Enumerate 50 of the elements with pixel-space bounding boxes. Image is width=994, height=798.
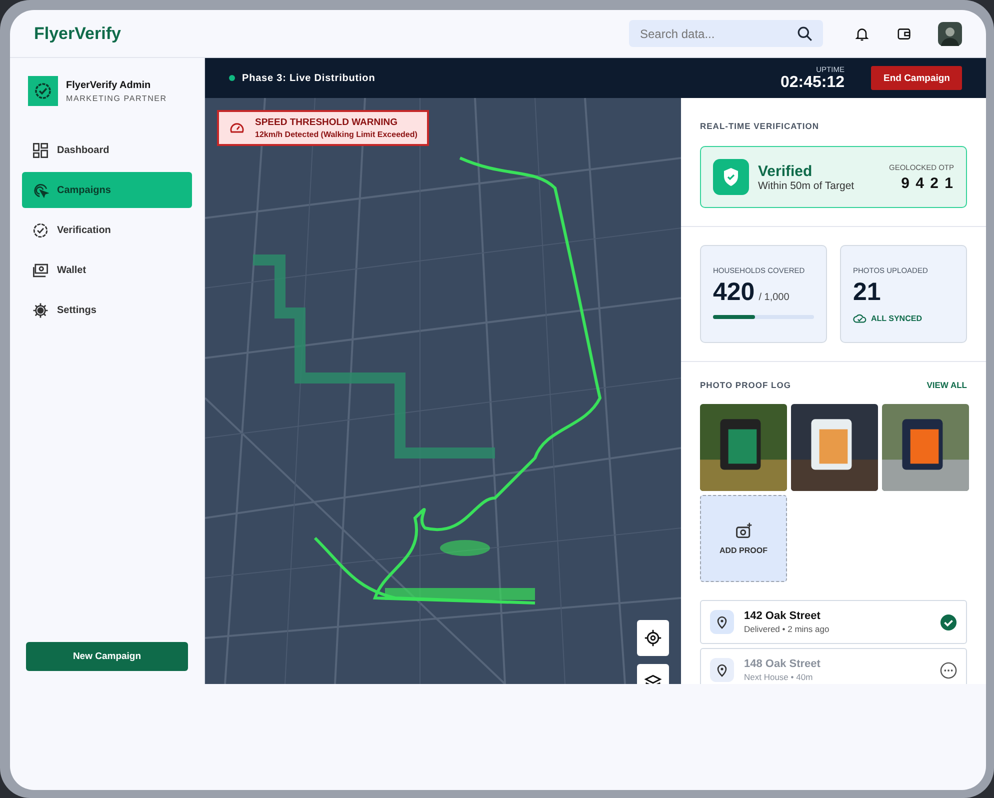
stat-value: 21: [853, 278, 881, 307]
phase-title: Phase 3: Live Distribution: [242, 72, 376, 84]
section-heading: REAL-TIME VERIFICATION: [700, 121, 819, 131]
add-proof-button[interactable]: ADD PROOF: [700, 495, 787, 582]
check-circle-icon: [940, 614, 957, 630]
otp-code: 9 4 2 1: [901, 174, 954, 192]
verification-status: Verified: [758, 162, 814, 180]
address-street: 142 Oak Street: [744, 610, 822, 622]
address-status: Delivered • 2 mins ago: [744, 624, 830, 634]
bell-icon[interactable]: [854, 26, 870, 42]
crosshair-icon: [644, 629, 662, 647]
section-heading: PHOTO PROOF LOG: [700, 380, 791, 390]
stat-value: 420: [713, 278, 755, 307]
ellipsis-circle-icon: [940, 662, 957, 678]
end-campaign-button[interactable]: End Campaign: [871, 66, 962, 90]
nav-item[interactable]: Settings: [22, 292, 192, 328]
profile-role: MARKETING PARTNER: [66, 94, 167, 102]
check-badge-icon: [32, 222, 49, 238]
address-street: 148 Oak Street: [744, 658, 822, 670]
uptime-timer: 02:45:12: [780, 74, 844, 92]
cloud-check-icon: [853, 313, 867, 323]
locate-button[interactable]: [637, 620, 669, 656]
nav-item[interactable]: Dashboard: [22, 132, 192, 168]
shield-icon: [713, 159, 749, 195]
nav-item[interactable]: Campaigns: [22, 172, 192, 208]
profile-name: FlyerVerify Admin: [66, 80, 152, 90]
camera-plus-icon: [734, 522, 752, 540]
map-pin-icon: [710, 658, 734, 682]
nav-item[interactable]: Wallet: [22, 252, 192, 288]
warning-detail: 12km/h Detected (Walking Limit Exceeded): [255, 130, 418, 139]
address-row[interactable]: 142 Oak Street Delivered • 2 mins ago: [700, 600, 967, 644]
stat-total: / 1,000: [758, 292, 790, 303]
new-campaign-button[interactable]: New Campaign: [26, 642, 188, 671]
app-logo: FlyerVerify: [34, 24, 122, 44]
verification-detail: Within 50m of Target: [758, 180, 856, 192]
wallet-icon[interactable]: [896, 26, 912, 42]
view-all-link[interactable]: VIEW ALL: [926, 380, 967, 390]
map-pin-icon: [710, 610, 734, 634]
wallet-icon: [32, 262, 49, 278]
avatar[interactable]: [938, 22, 962, 46]
profile-badge-icon: [28, 76, 58, 106]
search-field[interactable]: Search data...: [629, 20, 823, 47]
grid-icon: [32, 142, 49, 158]
target-cursor-icon: [32, 182, 49, 198]
sync-status: ALL SYNCED: [871, 314, 922, 322]
nav-item[interactable]: Verification: [22, 212, 192, 248]
warning-title: SPEED THRESHOLD WARNING: [255, 117, 399, 128]
address-status: Next House • 40m: [744, 672, 814, 682]
gear-icon: [32, 302, 49, 318]
search-icon: [797, 26, 813, 42]
